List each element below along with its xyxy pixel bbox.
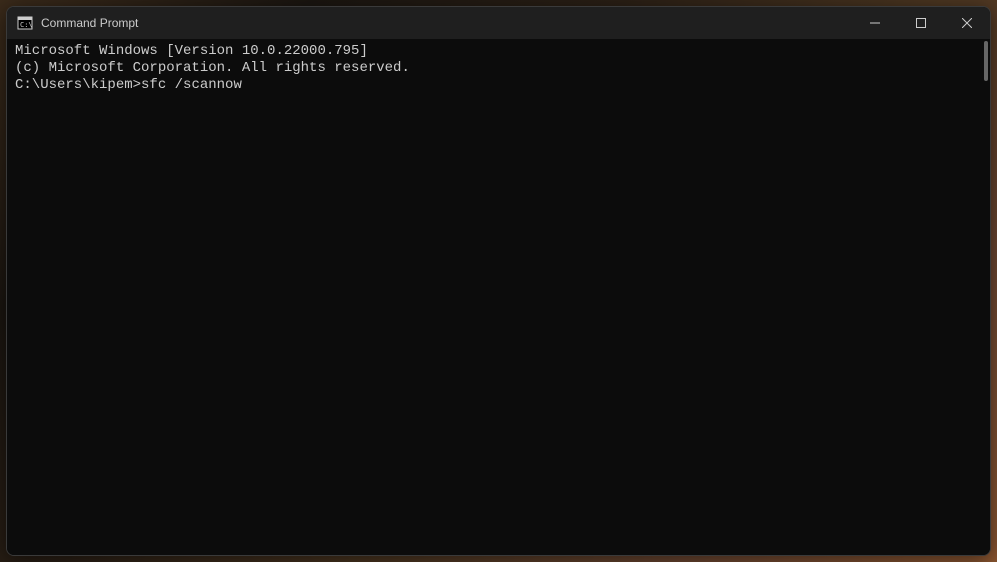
minimize-button[interactable]	[852, 7, 898, 39]
titlebar[interactable]: C:\ Command Prompt	[7, 7, 990, 39]
terminal-area[interactable]: Microsoft Windows [Version 10.0.22000.79…	[7, 39, 990, 555]
prompt-line: C:\Users\kipem>sfc /scannow	[15, 77, 982, 94]
command-text: sfc /scannow	[141, 77, 242, 94]
window-controls	[852, 7, 990, 39]
version-line: Microsoft Windows [Version 10.0.22000.79…	[15, 43, 982, 60]
maximize-button[interactable]	[898, 7, 944, 39]
command-prompt-window: C:\ Command Prompt Microsoft Windows [Ve…	[6, 6, 991, 556]
app-icon: C:\	[17, 15, 33, 31]
svg-text:C:\: C:\	[20, 21, 33, 29]
scrollbar-thumb[interactable]	[984, 41, 988, 81]
window-title: Command Prompt	[41, 16, 852, 30]
copyright-line: (c) Microsoft Corporation. All rights re…	[15, 60, 982, 77]
prompt-text: C:\Users\kipem>	[15, 77, 141, 94]
close-button[interactable]	[944, 7, 990, 39]
